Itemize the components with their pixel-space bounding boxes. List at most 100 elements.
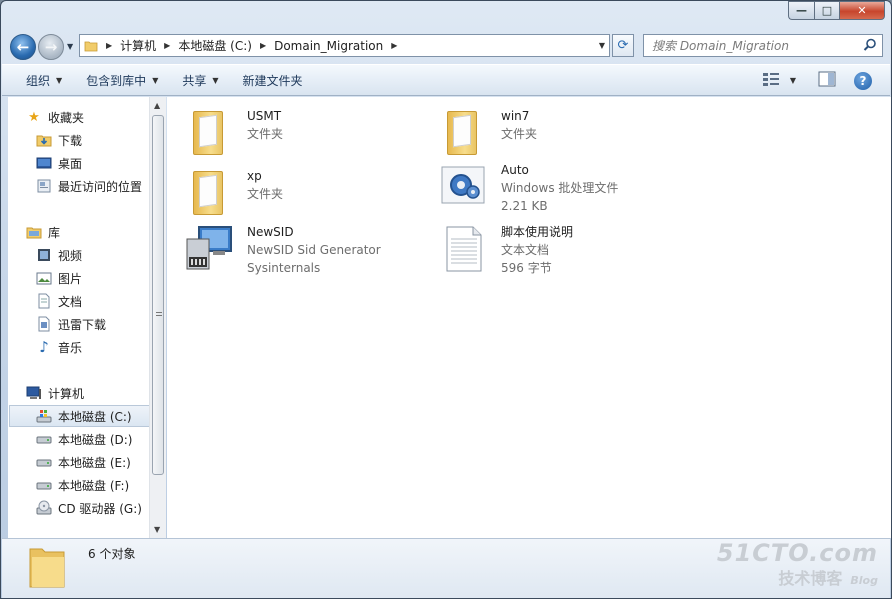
organize-label: 组织 [26, 73, 51, 88]
scroll-up-icon[interactable]: ▲ [154, 101, 160, 110]
application-icon [185, 223, 235, 273]
navigation-pane: ★ 收藏夹 下载 桌面 最近访问的位置 库 视频 图片 文档 迅雷下载 ♪ 音乐… [8, 97, 149, 538]
recent-places-icon [36, 178, 52, 194]
nav-item-recent-places[interactable]: 最近访问的位置 [36, 175, 149, 197]
arrow-right-icon: → [44, 38, 58, 56]
close-button[interactable]: ✕ [839, 1, 885, 20]
nav-item-local-disk-c[interactable]: 本地磁盘 (C:) [9, 405, 149, 427]
file-list: USMT 文件夹 win7 文件夹 xp 文件夹 Auto Windows 批处… [167, 97, 891, 538]
system-drive-icon [36, 408, 52, 424]
nav-item-music[interactable]: ♪ 音乐 [36, 336, 149, 358]
nav-item-xunlei-downloads[interactable]: 迅雷下载 [36, 313, 149, 335]
back-button[interactable]: ← [10, 34, 36, 60]
share-button[interactable]: 共享 ▼ [182, 72, 218, 89]
watermark-site: 51CTO.com [716, 539, 878, 567]
recent-pages-dropdown-icon[interactable]: ▼ [67, 42, 73, 51]
hard-drive-icon [36, 454, 52, 470]
address-dropdown-icon[interactable]: ▼ [599, 41, 605, 50]
folder-icon [28, 545, 66, 589]
download-library-icon [36, 316, 52, 332]
file-name: NewSID [247, 225, 294, 239]
nav-item-videos[interactable]: 视频 [36, 244, 149, 266]
nav-libraries-header[interactable]: 库 [26, 221, 149, 243]
nav-item-cd-drive-g[interactable]: CD 驱动器 (G:) [36, 497, 149, 519]
nav-item-label: 本地磁盘 (D:) [58, 432, 133, 447]
include-in-library-button[interactable]: 包含到库中 ▼ [86, 72, 158, 89]
nav-item-label: 本地磁盘 (E:) [58, 455, 131, 470]
nav-item-label: 桌面 [58, 156, 83, 171]
watermark: 51CTO.com 技术博客 Blog [717, 539, 878, 589]
breadcrumb-local-disk-c[interactable]: 本地磁盘 (C:) [178, 37, 252, 54]
forward-button[interactable]: → [38, 34, 64, 60]
folder-icon [439, 107, 489, 157]
scroll-down-icon[interactable]: ▼ [154, 525, 160, 534]
details-pane: 6 个对象 51CTO.com 技术博客 Blog [2, 538, 890, 598]
nav-item-pictures[interactable]: 图片 [36, 267, 149, 289]
breadcrumb-separator[interactable]: ▶ [98, 41, 120, 50]
file-item-xp[interactable]: xp 文件夹 [185, 167, 283, 217]
refresh-button[interactable]: ⟳ [612, 34, 634, 57]
command-bar: 组织 ▼ 包含到库中 ▼ 共享 ▼ 新建文件夹 ▼ ? [2, 64, 890, 96]
nav-item-label: 最近访问的位置 [58, 179, 143, 194]
nav-item-label: 视频 [58, 248, 83, 263]
file-type: 文件夹 [247, 127, 284, 141]
nav-item-documents[interactable]: 文档 [36, 290, 149, 312]
watermark-blog: Blog [850, 574, 878, 587]
file-description: NewSID Sid Generator [247, 243, 381, 257]
file-item-script-readme[interactable]: 脚本使用说明 文本文档 596 字节 [439, 223, 573, 277]
search-icon [863, 38, 877, 55]
refresh-icon: ⟳ [617, 38, 629, 53]
maximize-button[interactable]: □ [814, 1, 839, 20]
nav-item-label: 本地磁盘 (F:) [58, 478, 130, 493]
file-item-newsid[interactable]: NewSID NewSID Sid Generator Sysinternals [185, 223, 381, 277]
address-bar[interactable]: ▶ 计算机 ▶ 本地磁盘 (C:) ▶ Domain_Migration ▶ ▼ [79, 34, 610, 57]
nav-item-label: 音乐 [58, 340, 83, 355]
file-item-win7[interactable]: win7 文件夹 [439, 107, 537, 157]
chevron-down-icon: ▼ [56, 75, 63, 85]
nav-item-desktop[interactable]: 桌面 [36, 152, 149, 174]
nav-item-local-disk-d[interactable]: 本地磁盘 (D:) [36, 428, 149, 450]
help-icon[interactable]: ? [854, 71, 872, 90]
video-icon [36, 247, 52, 263]
nav-item-label: 文档 [58, 294, 83, 309]
breadcrumb-computer[interactable]: 计算机 [120, 37, 156, 54]
breadcrumb-separator[interactable]: ▶ [156, 41, 178, 50]
file-item-auto[interactable]: Auto Windows 批处理文件 2.21 KB [439, 161, 618, 215]
breadcrumb-separator[interactable]: ▶ [383, 41, 405, 50]
share-label: 共享 [182, 73, 207, 88]
new-folder-label: 新建文件夹 [242, 73, 303, 88]
music-icon: ♪ [39, 338, 49, 356]
file-type: 文件夹 [501, 127, 538, 141]
organize-menu-button[interactable]: 组织 ▼ [26, 72, 62, 89]
breadcrumb-domain-migration[interactable]: Domain_Migration [274, 39, 383, 53]
breadcrumb-separator[interactable]: ▶ [252, 41, 274, 50]
scrollbar-thumb[interactable] [152, 115, 164, 475]
search-input[interactable]: 搜索 Domain_Migration [643, 34, 883, 57]
file-name: xp [247, 169, 262, 183]
nav-item-label: 图片 [58, 271, 83, 286]
file-item-usmt[interactable]: USMT 文件夹 [185, 107, 283, 157]
nav-item-local-disk-f[interactable]: 本地磁盘 (F:) [36, 474, 149, 496]
cd-drive-icon [36, 500, 52, 516]
file-name: 脚本使用说明 [501, 225, 574, 239]
new-folder-button[interactable]: 新建文件夹 [243, 72, 303, 89]
watermark-tagline: 技术博客 [778, 569, 843, 588]
nav-item-downloads[interactable]: 下载 [36, 129, 149, 151]
file-type: 文件夹 [247, 187, 284, 201]
downloads-icon [36, 132, 52, 148]
nav-favorites-header[interactable]: ★ 收藏夹 [26, 106, 149, 128]
minimize-button[interactable]: — [788, 1, 814, 20]
nav-item-local-disk-e[interactable]: 本地磁盘 (E:) [36, 451, 149, 473]
documents-icon [36, 293, 52, 309]
caption-buttons: — □ ✕ [788, 1, 885, 20]
nav-item-label: 本地磁盘 (C:) [58, 409, 132, 424]
nav-favorites-label: 收藏夹 [48, 110, 85, 125]
change-view-icon[interactable] [762, 71, 780, 90]
navigation-pane-scrollbar[interactable]: ▲ ▼ [149, 97, 166, 538]
view-options-dropdown-icon[interactable]: ▼ [790, 76, 796, 85]
star-icon: ★ [28, 109, 40, 125]
nav-computer-header[interactable]: 计算机 [26, 382, 149, 404]
preview-pane-icon[interactable] [818, 71, 836, 90]
file-name: Auto [501, 163, 529, 177]
file-company: Sysinternals [247, 261, 321, 275]
